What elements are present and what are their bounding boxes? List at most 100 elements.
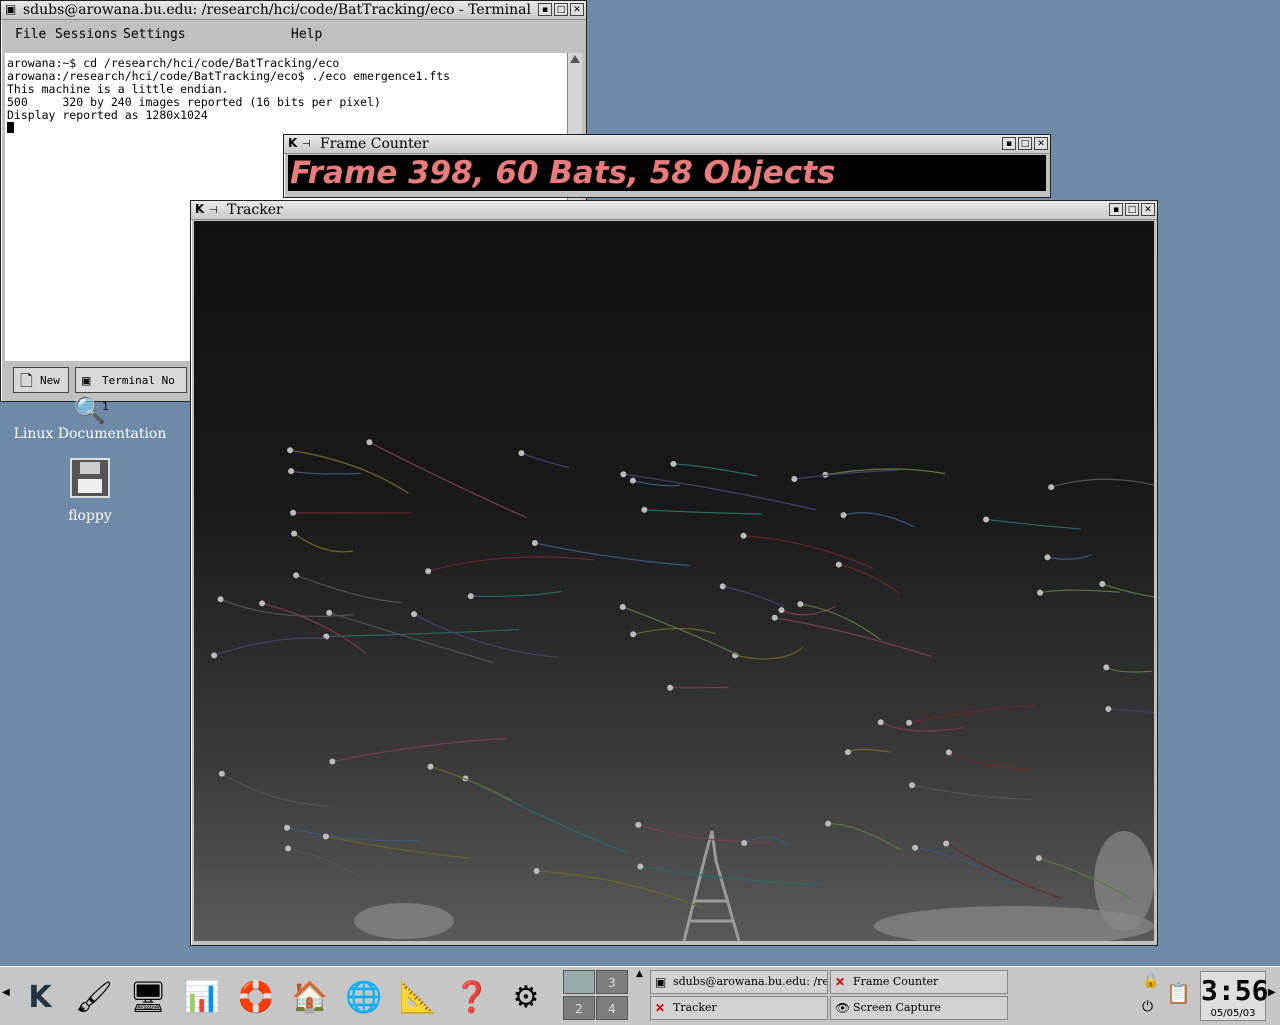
text-cursor bbox=[7, 122, 14, 133]
session-tab-terminal[interactable]: ▣ Terminal No 1 bbox=[75, 367, 187, 393]
klipper-clipboard-icon[interactable]: 📋 bbox=[1166, 981, 1191, 1005]
terminal-menubar: File Sessions Settings Help bbox=[3, 21, 584, 47]
bat-marker bbox=[1105, 706, 1111, 712]
bat-marker bbox=[791, 476, 797, 482]
bat-track-line bbox=[214, 638, 326, 655]
kde-window-icon[interactable]: K bbox=[288, 137, 300, 150]
control-center-gear-icon[interactable]: ⚙ bbox=[502, 973, 550, 1021]
bat-track-line bbox=[744, 536, 874, 569]
home-icon[interactable]: 🏠 bbox=[286, 973, 334, 1021]
kde-window-icon[interactable]: K bbox=[195, 203, 207, 216]
browser-globe-icon[interactable]: 🌐 bbox=[340, 973, 388, 1021]
pager-label: 2 bbox=[575, 1002, 583, 1016]
close-button[interactable]: ✕ bbox=[1141, 203, 1155, 216]
pager-desktop-2[interactable]: 2 bbox=[563, 996, 595, 1020]
pin-icon[interactable]: ⊣ bbox=[209, 202, 218, 220]
bat-tracks-overlay bbox=[194, 221, 1154, 941]
pager-label: 3 bbox=[608, 976, 616, 990]
lock-screen-icon[interactable]: 🔒 bbox=[1142, 973, 1159, 989]
bat-marker bbox=[534, 868, 540, 874]
bat-marker bbox=[218, 596, 224, 602]
pager-desktop-1[interactable]: 1 bbox=[563, 970, 595, 994]
bat-marker bbox=[878, 719, 884, 725]
menu-sessions[interactable]: Sessions bbox=[55, 27, 118, 42]
taskbar-scroll-up-icon[interactable]: ▲ bbox=[636, 969, 643, 979]
frame-counter-titlebar[interactable]: K ⊣ Frame Counter ▪ □ ✕ bbox=[284, 135, 1050, 154]
bat-marker bbox=[943, 841, 949, 847]
kde-panel: ◀ K 🖌 🖥 📊 🛟 🏠 🌐 📐 ❓ ⚙ 1 3 2 4 ▲ ▣ sdubs@… bbox=[0, 966, 1280, 1025]
bat-track-line bbox=[326, 837, 470, 859]
bat-track-line bbox=[839, 565, 900, 594]
bat-track-line bbox=[222, 774, 329, 806]
help-lifebuoy-icon[interactable]: 🛟 bbox=[232, 973, 280, 1021]
bat-track-line bbox=[1051, 479, 1154, 487]
task-screen-capture[interactable]: 👁 Screen Capture bbox=[830, 996, 1008, 1020]
pager-desktop-3[interactable]: 3 bbox=[596, 970, 628, 994]
bat-track-line bbox=[946, 844, 1061, 899]
panel-hide-right-icon[interactable]: ▶ bbox=[1268, 987, 1276, 998]
desktop-icon-floppy[interactable]: floppy bbox=[40, 458, 140, 524]
tracker-window[interactable]: K ⊣ Tracker ▪ □ ✕ bbox=[190, 200, 1158, 946]
bat-marker bbox=[1037, 590, 1043, 596]
menu-help[interactable]: Help bbox=[291, 27, 322, 42]
menu-settings[interactable]: Settings bbox=[123, 27, 186, 42]
bat-marker bbox=[287, 447, 293, 453]
frame-counter-window[interactable]: K ⊣ Frame Counter ▪ □ ✕ Frame 398, 60 Ba… bbox=[283, 134, 1051, 198]
bat-track-line bbox=[723, 586, 784, 606]
task-frame-counter[interactable]: ✕ Frame Counter bbox=[830, 970, 1008, 994]
clock[interactable]: 3:56 05/05/03 bbox=[1200, 971, 1266, 1021]
bat-track-line bbox=[471, 591, 562, 596]
task-label: Tracker bbox=[673, 1001, 717, 1014]
bat-marker bbox=[366, 439, 372, 445]
bat-track-line bbox=[644, 510, 761, 514]
minimize-button[interactable]: ▪ bbox=[538, 3, 552, 16]
bat-marker bbox=[667, 685, 673, 691]
bat-marker bbox=[909, 782, 915, 788]
desktop-icon-linux-documentation[interactable]: 🔍 Linux Documentation bbox=[10, 396, 170, 442]
bat-marker bbox=[635, 822, 641, 828]
terminal-title: sdubs@arowana.bu.edu: /research/hci/code… bbox=[23, 1, 531, 19]
eye-icon: 👁 bbox=[835, 1001, 849, 1015]
logout-power-icon[interactable]: ⏻ bbox=[1142, 999, 1153, 1015]
task-terminal[interactable]: ▣ sdubs@arowana.bu.edu: /res... bbox=[650, 970, 828, 994]
window-menu-icon[interactable]: ▣ bbox=[5, 3, 17, 16]
bat-track-line bbox=[912, 785, 1032, 799]
bat-marker bbox=[1045, 554, 1051, 560]
maximize-button[interactable]: □ bbox=[1125, 203, 1139, 216]
new-session-label: New bbox=[40, 374, 60, 387]
help-document-icon[interactable]: ❓ bbox=[448, 973, 496, 1021]
tower-silhouette bbox=[684, 831, 739, 941]
desktop-access-icon[interactable]: 🖌 bbox=[70, 973, 118, 1021]
maximize-button[interactable]: □ bbox=[1018, 137, 1032, 150]
bat-track-line bbox=[288, 849, 361, 878]
kde-menu-icon[interactable]: K bbox=[16, 973, 64, 1021]
system-monitor-icon[interactable]: 📊 bbox=[178, 973, 226, 1021]
minimize-button[interactable]: ▪ bbox=[1002, 137, 1016, 150]
new-session-button[interactable]: 🗋 New bbox=[13, 367, 69, 393]
close-button[interactable]: ✕ bbox=[570, 3, 584, 16]
scroll-up-icon[interactable] bbox=[570, 55, 580, 63]
desktop-icon-label: Linux Documentation bbox=[10, 426, 170, 442]
bat-track-line bbox=[848, 749, 890, 752]
maximize-button[interactable]: □ bbox=[554, 3, 568, 16]
panel-hide-left-icon[interactable]: ◀ bbox=[2, 987, 10, 998]
bat-track-line bbox=[296, 575, 402, 602]
tracker-titlebar[interactable]: K ⊣ Tracker ▪ □ ✕ bbox=[191, 201, 1157, 220]
task-tracker[interactable]: ✕ Tracker bbox=[650, 996, 828, 1020]
clock-time: 3:56 bbox=[1201, 974, 1265, 1007]
konsole-icon[interactable]: 🖥 bbox=[124, 973, 172, 1021]
bat-track-line bbox=[521, 453, 569, 467]
office-icon[interactable]: 📐 bbox=[394, 973, 442, 1021]
pin-icon[interactable]: ⊣ bbox=[302, 136, 311, 154]
pager-desktop-4[interactable]: 4 bbox=[596, 996, 628, 1020]
bat-track-line bbox=[294, 534, 353, 552]
bat-track-line bbox=[909, 705, 1037, 722]
bat-track-line bbox=[290, 450, 408, 493]
bat-marker bbox=[323, 834, 329, 840]
minimize-button[interactable]: ▪ bbox=[1109, 203, 1123, 216]
menu-file[interactable]: File bbox=[15, 27, 46, 42]
terminal-icon: ▣ bbox=[82, 368, 90, 394]
terminal-titlebar[interactable]: ▣ sdubs@arowana.bu.edu: /research/hci/co… bbox=[1, 1, 586, 20]
tracker-video-view[interactable] bbox=[194, 221, 1154, 941]
close-button[interactable]: ✕ bbox=[1034, 137, 1048, 150]
